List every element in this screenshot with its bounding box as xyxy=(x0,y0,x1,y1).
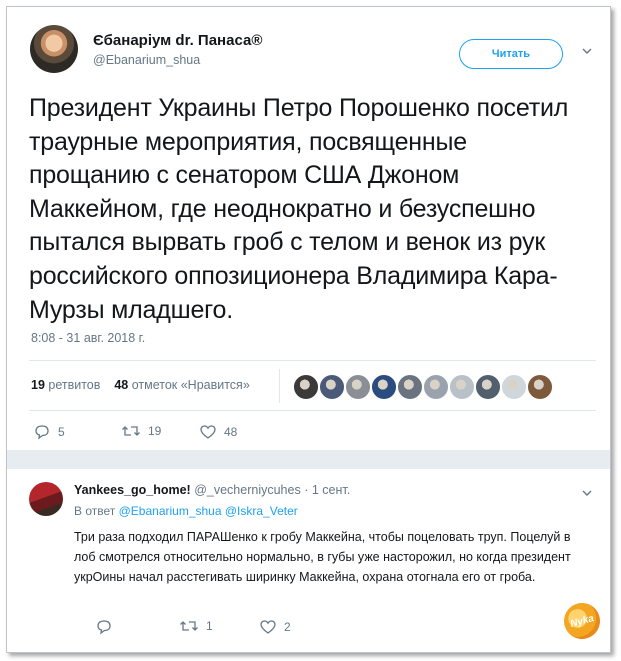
reply-text: Три раза подходил ПАРАШенко к гробу Макк… xyxy=(74,530,571,584)
chevron-down-icon[interactable] xyxy=(581,45,593,57)
watermark-logo: Nyka xyxy=(559,598,605,644)
reply-retweet-count: 1 xyxy=(206,619,213,633)
reply-like-action[interactable]: 2 xyxy=(259,619,291,635)
author-avatar[interactable] xyxy=(30,25,78,73)
reply-author-name[interactable]: Yankees_go_home! xyxy=(74,483,191,497)
liker-avatar[interactable] xyxy=(501,374,527,400)
tweet-card: Єбанаріум dr. Панаса® @Ebanarium_shua Чи… xyxy=(6,6,611,653)
author-name[interactable]: Єбанаріум dr. Панаса® xyxy=(93,32,262,49)
tweet-timestamp[interactable]: 8:08 - 31 авг. 2018 г. xyxy=(31,331,145,345)
reply-count: 5 xyxy=(58,425,65,439)
reply-author-handle[interactable]: @_vecherniycuhes xyxy=(194,483,301,497)
divider xyxy=(29,410,596,411)
reply-reply-action[interactable] xyxy=(95,619,113,635)
reply-icon xyxy=(97,620,111,635)
likes-label[interactable]: отметок «Нравится» xyxy=(132,378,250,392)
tweet-text: Президент Украины Петро Порошенко посети… xyxy=(29,94,569,324)
liker-avatar[interactable] xyxy=(397,374,423,400)
follow-button[interactable]: Читать xyxy=(459,39,563,69)
liker-avatar[interactable] xyxy=(475,374,501,400)
chevron-down-icon[interactable] xyxy=(581,487,593,499)
retweets-count[interactable]: 19 xyxy=(31,378,45,392)
liker-avatar[interactable] xyxy=(423,374,449,400)
reply-time[interactable]: · 1 сент. xyxy=(304,483,350,497)
liker-avatar[interactable] xyxy=(319,374,345,400)
divider xyxy=(29,360,596,361)
liker-avatar[interactable] xyxy=(527,374,553,400)
reply-retweet-action[interactable]: 1 xyxy=(179,619,213,633)
retweet-icon xyxy=(180,621,198,631)
reply-action[interactable]: 5 xyxy=(33,424,65,440)
liker-avatar[interactable] xyxy=(345,374,371,400)
reply-like-count: 2 xyxy=(284,620,291,634)
in-reply-user-link[interactable]: @Ebanarium_shua xyxy=(119,504,222,518)
like-action[interactable]: 48 xyxy=(199,424,237,440)
retweet-icon xyxy=(122,426,140,436)
retweet-count: 19 xyxy=(148,424,162,438)
reply-icon xyxy=(35,425,49,440)
heart-icon xyxy=(260,620,276,634)
author-handle[interactable]: @Ebanarium_shua xyxy=(93,53,200,67)
in-reply-user-link[interactable]: @Iskra_Veter xyxy=(225,504,298,518)
tweet-stats: 19 ретвитов 48 отметок «Нравится» xyxy=(31,378,250,392)
likes-count[interactable]: 48 xyxy=(114,378,128,392)
reply-author: Yankees_go_home! @_vecherniycuhes · 1 се… xyxy=(74,483,350,497)
heart-icon xyxy=(200,425,216,439)
in-reply-to: В ответ @Ebanarium_shua @Iskra_Veter xyxy=(74,504,298,518)
section-separator xyxy=(7,450,610,469)
reply-author-avatar[interactable] xyxy=(29,482,63,516)
like-count: 48 xyxy=(224,425,238,439)
liker-avatar[interactable] xyxy=(449,374,475,400)
in-reply-prefix: В ответ xyxy=(74,504,116,518)
liker-avatar[interactable] xyxy=(293,374,319,400)
liker-avatar[interactable] xyxy=(371,374,397,400)
retweet-action[interactable]: 19 xyxy=(121,424,161,438)
retweets-label[interactable]: ретвитов xyxy=(48,378,100,392)
stats-divider xyxy=(279,369,280,403)
